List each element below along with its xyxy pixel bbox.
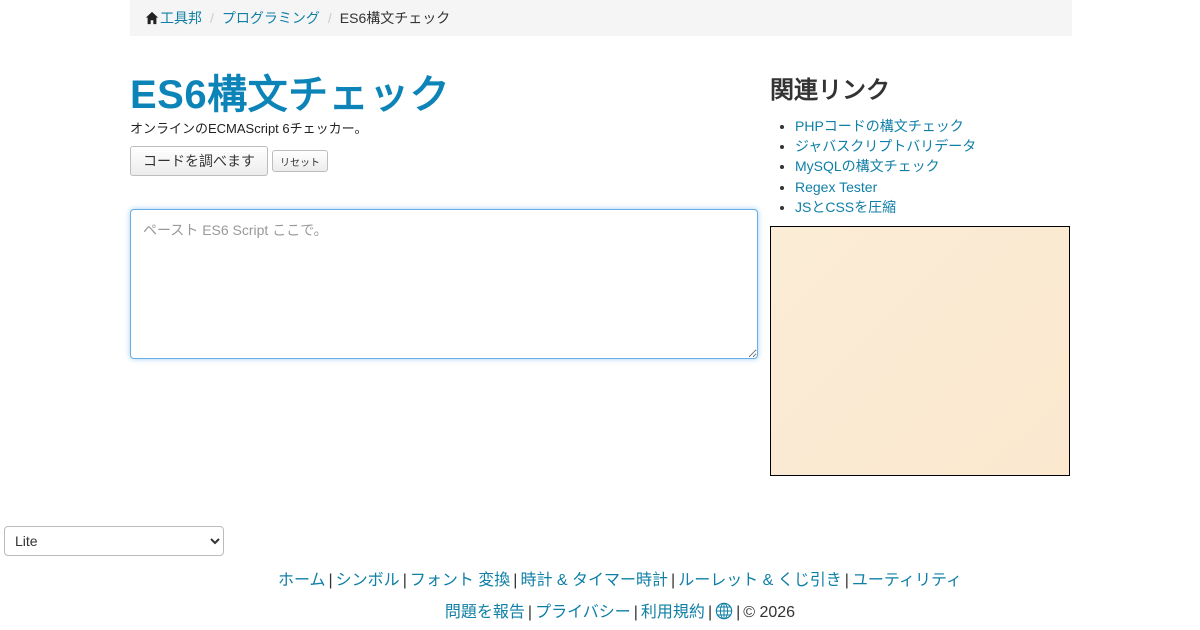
check-code-button[interactable]: コードを調べます: [130, 146, 268, 176]
footer-link-symbols[interactable]: シンボル: [336, 572, 400, 589]
footer-meta: 問題を報告 | プライバシー | 利用規約 | | © 2026: [0, 598, 1200, 622]
list-item: MySQLの構文チェック: [795, 156, 976, 176]
footer-separator: |: [633, 604, 638, 621]
related-link-mysql-syntax[interactable]: MySQLの構文チェック: [795, 158, 940, 174]
footer-separator: |: [527, 604, 533, 621]
related-link-regex-tester[interactable]: Regex Tester: [795, 179, 877, 195]
globe-icon: [715, 602, 733, 620]
footer-link-utilities[interactable]: ユーティリティ: [852, 572, 962, 589]
related-link-php-syntax[interactable]: PHPコードの構文チェック: [795, 118, 964, 134]
footer-separator: |: [513, 572, 518, 589]
breadcrumb-current: ES6構文チェック: [339, 10, 451, 26]
copyright: © 2026: [743, 604, 796, 621]
footer-link-font-convert[interactable]: フォント 変換: [410, 572, 510, 589]
list-item: PHPコードの構文チェック: [795, 116, 976, 136]
breadcrumb-category-link[interactable]: プログラミング: [222, 8, 320, 28]
related-links-list: PHPコードの構文チェック ジャバスクリプトバリデータ MySQLの構文チェック…: [770, 116, 976, 217]
theme-select[interactable]: Lite: [4, 526, 224, 556]
footer-link-report-issue[interactable]: 問題を報告: [445, 604, 525, 621]
language-globe-link[interactable]: [715, 602, 733, 621]
related-link-js-validator[interactable]: ジャバスクリプトバリデータ: [795, 138, 976, 154]
footer-link-terms[interactable]: 利用規約: [641, 604, 705, 621]
breadcrumb-separator: /: [327, 10, 332, 26]
page-title: ES6構文チェック: [130, 73, 451, 117]
list-item: ジャバスクリプトバリデータ: [795, 136, 976, 156]
footer-link-clock-timer[interactable]: 時計 & タイマー時計: [520, 572, 668, 589]
list-item: JSとCSSを圧縮: [795, 197, 976, 217]
code-input[interactable]: [130, 209, 758, 359]
breadcrumb-home-link[interactable]: 工具邦: [145, 8, 202, 28]
footer-separator: |: [402, 572, 407, 589]
page-subtitle: オンラインのECMAScript 6チェッカー。: [130, 121, 368, 136]
ad-placeholder[interactable]: [770, 226, 1070, 476]
footer-link-home[interactable]: ホーム: [278, 572, 326, 589]
footer-link-privacy[interactable]: プライバシー: [535, 604, 631, 621]
related-link-minify-js-css[interactable]: JSとCSSを圧縮: [795, 199, 896, 215]
footer-separator: |: [328, 572, 333, 589]
list-item: Regex Tester: [795, 177, 976, 197]
breadcrumb-separator: /: [210, 10, 214, 26]
footer-link-roulette[interactable]: ルーレット & くじ引き: [678, 572, 842, 589]
footer-separator: |: [671, 572, 676, 589]
breadcrumb: 工具邦 / プログラミング / ES6構文チェック: [130, 0, 1072, 36]
footer-nav: ホーム | シンボル | フォント 変換 | 時計 & タイマー時計 | ルーレット & くじ引…: [0, 566, 1200, 590]
breadcrumb-home-label: 工具邦: [160, 10, 202, 26]
reset-button[interactable]: リセット: [272, 150, 328, 172]
related-links-title: 関連リンク: [770, 77, 890, 104]
footer-separator: |: [736, 604, 741, 621]
footer-separator: |: [707, 604, 713, 621]
footer-separator: |: [844, 572, 849, 589]
home-icon: [145, 11, 159, 25]
